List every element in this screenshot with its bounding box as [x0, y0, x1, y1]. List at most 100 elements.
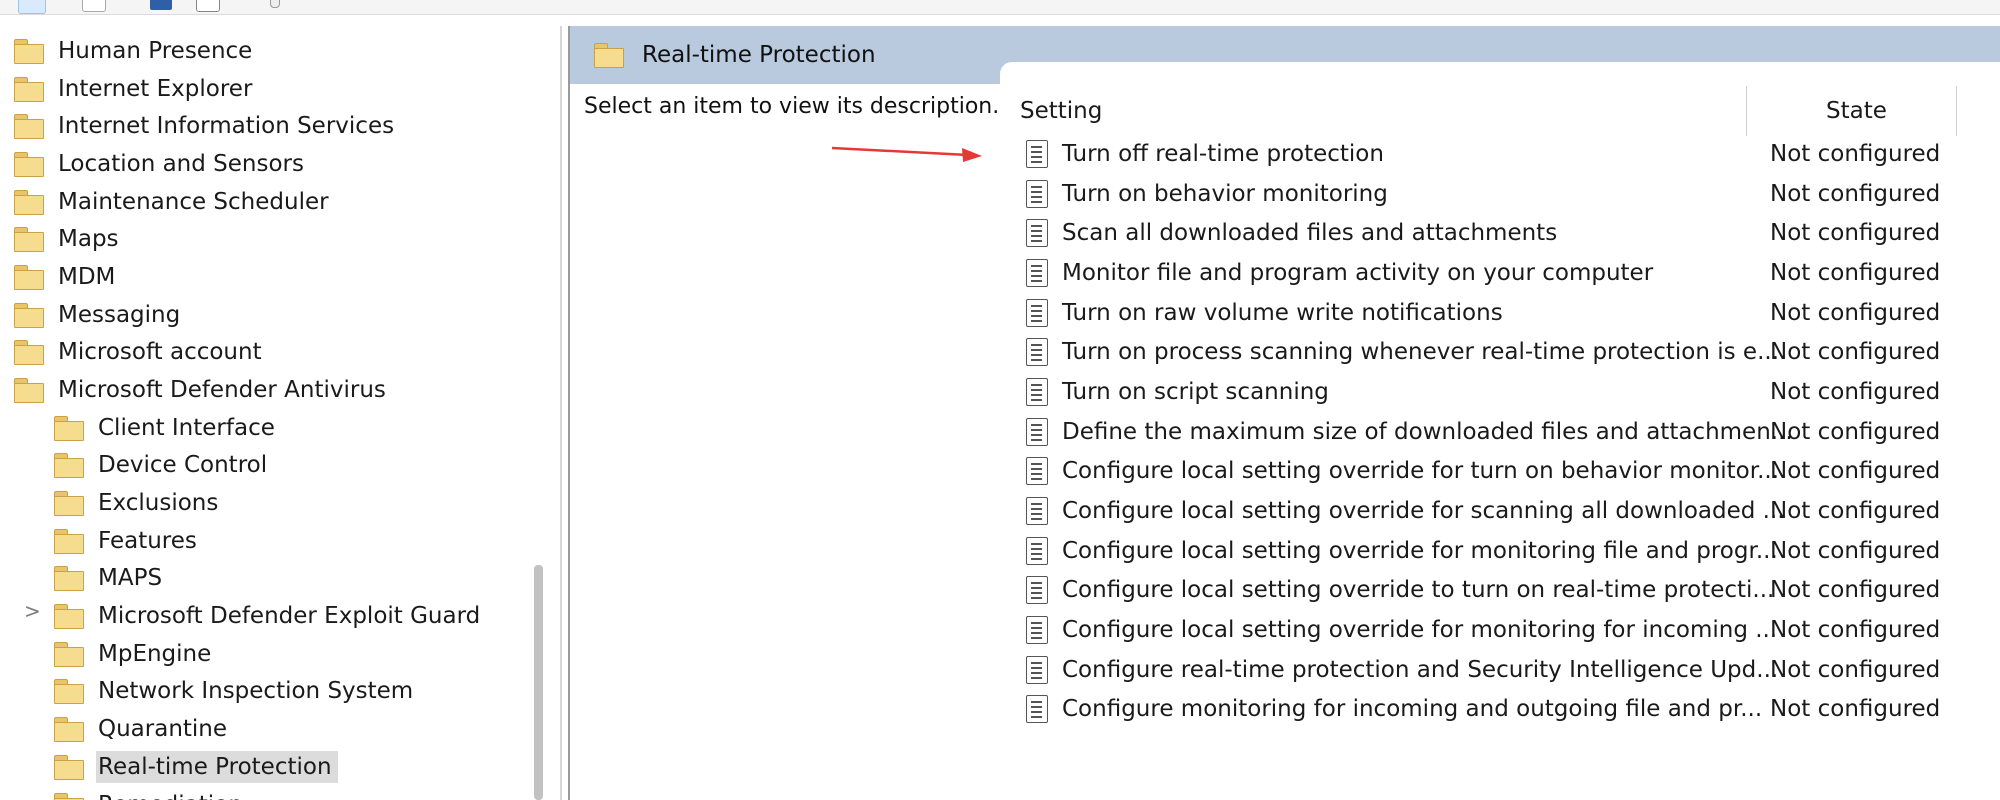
chevron-right-icon[interactable]: > [24, 599, 41, 623]
page-title: Real-time Protection [642, 42, 876, 68]
setting-row[interactable]: Configure local setting override for mon… [1026, 611, 1966, 649]
tree-item-exclusions[interactable]: Exclusions [54, 486, 224, 520]
tree-item-label: Maintenance Scheduler [58, 189, 329, 215]
tree-item-network-inspection-system[interactable]: Network Inspection System [54, 674, 419, 708]
tree-item-location-and-sensors[interactable]: Location and Sensors [14, 147, 310, 181]
setting-row[interactable]: Configure local setting override for tur… [1026, 452, 1966, 490]
policy-setting-icon [1026, 656, 1048, 684]
tree-item-maintenance-scheduler[interactable]: Maintenance Scheduler [14, 185, 335, 219]
setting-state: Not configured [1770, 419, 1941, 445]
tree-item-mdm[interactable]: MDM [14, 260, 121, 294]
folder-icon [54, 755, 84, 780]
column-header-setting[interactable]: Setting [1020, 86, 1102, 136]
setting-row[interactable]: Configure monitoring for incoming and ou… [1026, 690, 1966, 728]
tree-item-mpengine[interactable]: MpEngine [54, 637, 217, 671]
tree-item-microsoft-account[interactable]: Microsoft account [14, 335, 268, 369]
tree-item-remediation[interactable]: Remediation [54, 788, 249, 800]
tree-item-maps[interactable]: Maps [14, 222, 125, 256]
details-header-title: Real-time Protection [582, 26, 876, 84]
policy-setting-icon [1026, 418, 1048, 446]
setting-row[interactable]: Turn on script scanning Not configured [1026, 373, 1966, 411]
show-hide-console-tree-button[interactable] [18, 0, 46, 14]
tree-item-label: Quarantine [98, 716, 228, 742]
setting-state: Not configured [1770, 696, 1941, 722]
tree-item-microsoft-defender-exploit-guard[interactable]: Microsoft Defender Exploit Guard [54, 599, 486, 633]
setting-state: Not configured [1770, 617, 1941, 643]
tree-item-label: Location and Sensors [58, 151, 304, 177]
setting-row[interactable]: Turn on process scanning whenever real-t… [1026, 333, 1966, 371]
policy-setting-icon [1026, 576, 1048, 604]
policy-setting-icon [1026, 140, 1048, 168]
folder-icon [14, 227, 44, 252]
policy-setting-icon [1026, 219, 1048, 247]
policy-setting-icon [1026, 338, 1048, 366]
setting-state: Not configured [1770, 657, 1941, 683]
column-header-state[interactable]: State [1826, 86, 1887, 136]
tree-item-client-interface[interactable]: Client Interface [54, 411, 281, 445]
policy-setting-icon [1026, 299, 1048, 327]
setting-row[interactable]: Turn on behavior monitoring Not configur… [1026, 175, 1966, 213]
folder-icon [54, 416, 84, 441]
folder-icon [54, 491, 84, 516]
setting-state: Not configured [1770, 458, 1941, 484]
setting-row[interactable]: Configure local setting override to turn… [1026, 571, 1966, 609]
setting-row[interactable]: Turn off real-time protection Not config… [1026, 135, 1966, 173]
setting-row[interactable]: Turn on raw volume write notifications N… [1026, 294, 1966, 332]
properties-button[interactable] [82, 0, 106, 12]
setting-row[interactable]: Configure local setting override for mon… [1026, 532, 1966, 570]
tree-item-label: Client Interface [98, 415, 275, 441]
tree-item-label: Internet Information Services [58, 113, 395, 139]
tree-item-messaging[interactable]: Messaging [14, 298, 186, 332]
tree-scrollbar-thumb[interactable] [534, 565, 543, 800]
show-action-pane-button[interactable] [196, 0, 220, 12]
tree-item-features[interactable]: Features [54, 524, 203, 558]
tree-item-microsoft-defender-antivirus[interactable]: Microsoft Defender Antivirus [14, 373, 392, 407]
tree-item-real-time-protection[interactable]: Real-time Protection [54, 750, 338, 784]
setting-state: Not configured [1770, 498, 1941, 524]
policy-setting-icon [1026, 259, 1048, 287]
tree-item-internet-explorer[interactable]: Internet Explorer [14, 72, 258, 106]
setting-name: Configure local setting override to turn… [1062, 577, 1775, 603]
tree-item-maps-defender[interactable]: MAPS [54, 561, 168, 595]
folder-icon [54, 642, 84, 667]
folder-icon [54, 453, 84, 478]
folder-icon [14, 190, 44, 215]
setting-name: Turn off real-time protection [1062, 141, 1384, 167]
setting-name: Define the maximum size of downloaded fi… [1062, 419, 1793, 445]
folder-icon [54, 679, 84, 704]
tree-item-label: Network Inspection System [98, 678, 414, 704]
policy-setting-icon [1026, 537, 1048, 565]
tree-item-quarantine[interactable]: Quarantine [54, 712, 233, 746]
tree-item-internet-information-services[interactable]: Internet Information Services [14, 109, 400, 143]
description-prompt: Select an item to view its description. [584, 94, 1000, 119]
pane-divider[interactable] [560, 26, 562, 800]
tree-item-label: Microsoft account [58, 339, 262, 365]
policy-setting-icon [1026, 497, 1048, 525]
filter-icon[interactable] [270, 0, 280, 8]
tree-item-label: Maps [58, 226, 119, 252]
tree-item-device-control[interactable]: Device Control [54, 448, 273, 482]
setting-name: Turn on behavior monitoring [1062, 181, 1388, 207]
tree-item-human-presence[interactable]: Human Presence [14, 34, 258, 68]
setting-row[interactable]: Configure real-time protection and Secur… [1026, 651, 1966, 689]
setting-row[interactable]: Monitor file and program activity on you… [1026, 254, 1966, 292]
setting-state: Not configured [1770, 300, 1941, 326]
folder-icon [14, 265, 44, 290]
folder-icon [14, 39, 44, 64]
folder-icon [54, 529, 84, 554]
column-divider[interactable] [1956, 86, 1957, 136]
folder-icon [54, 566, 84, 591]
setting-name: Turn on process scanning whenever real-t… [1062, 339, 1780, 365]
column-divider[interactable] [1746, 86, 1747, 136]
setting-row[interactable]: Define the maximum size of downloaded fi… [1026, 413, 1966, 451]
tree-item-label: Microsoft Defender Exploit Guard [98, 603, 481, 629]
folder-icon [54, 717, 84, 742]
folder-icon [14, 378, 44, 403]
setting-name: Monitor file and program activity on you… [1062, 260, 1654, 286]
tree-item-label: Real-time Protection [96, 751, 338, 783]
tree-item-label: MpEngine [98, 641, 212, 667]
setting-row[interactable]: Configure local setting override for sca… [1026, 492, 1966, 530]
setting-state: Not configured [1770, 577, 1941, 603]
setting-row[interactable]: Scan all downloaded files and attachment… [1026, 214, 1966, 252]
help-button[interactable] [150, 0, 172, 10]
